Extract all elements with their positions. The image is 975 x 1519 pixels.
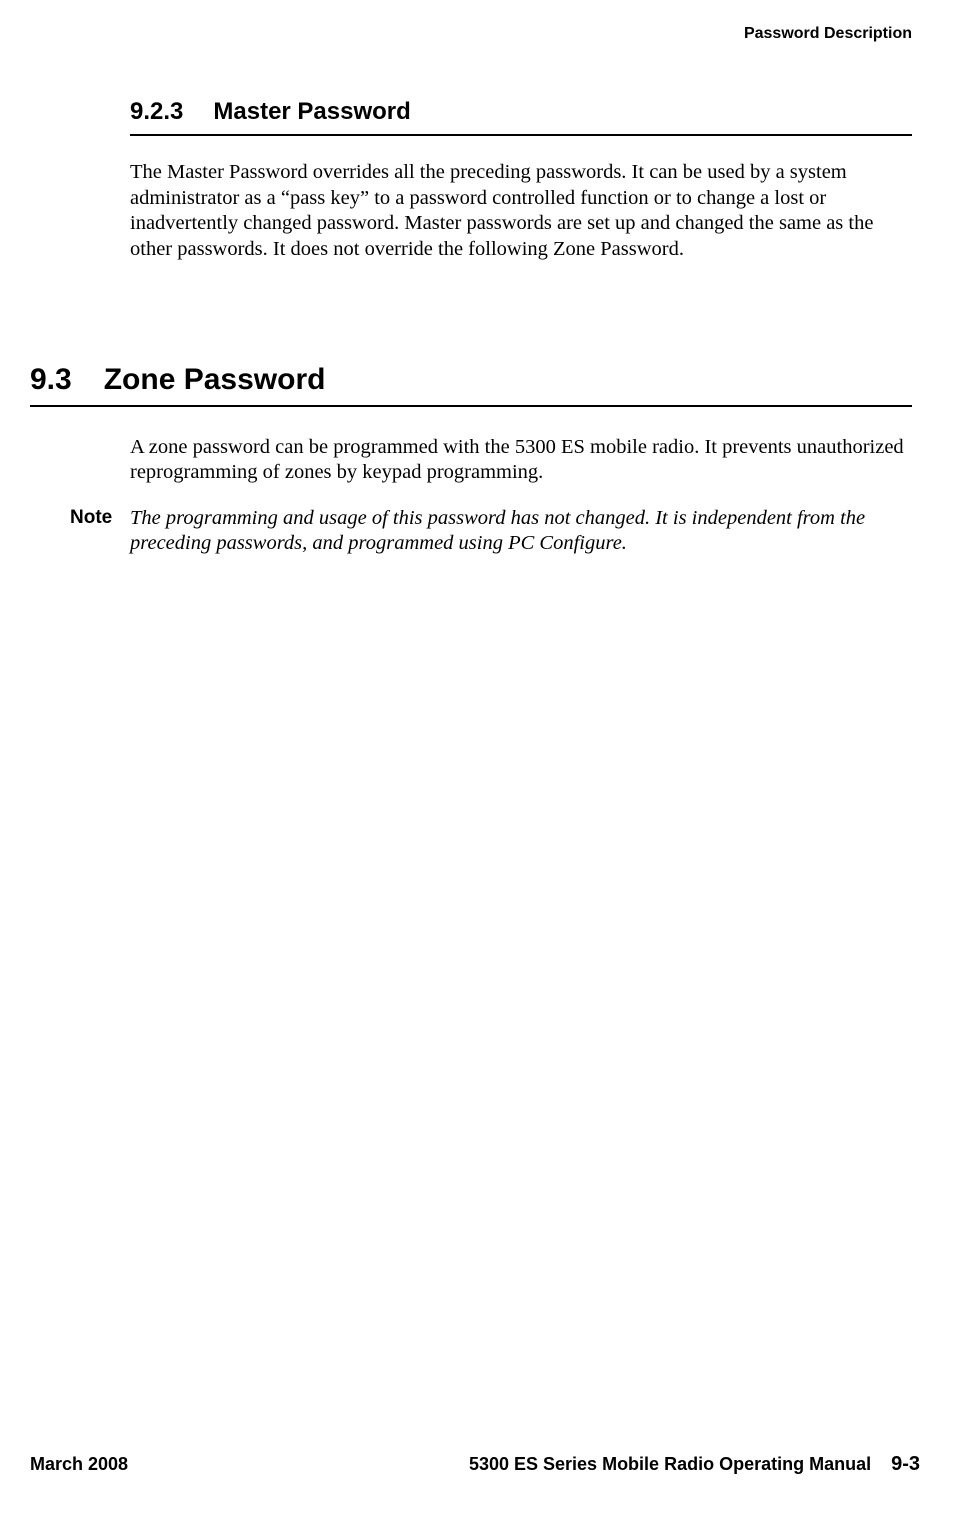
page-footer: March 2008 5300 ES Series Mobile Radio O…: [30, 1453, 920, 1479]
subsection-rule: [130, 134, 912, 136]
page-content: 9.2.3 Master Password The Master Password…: [30, 98, 920, 1453]
note-label: Note: [70, 506, 130, 529]
subsection-number: 9.2.3: [130, 98, 183, 126]
section-heading-93: 9.3 Zone Password: [30, 363, 912, 397]
footer-manual-title: 5300 ES Series Mobile Radio Operating Ma…: [469, 1454, 871, 1475]
section-rule: [30, 405, 912, 407]
section-number: 9.3: [30, 363, 72, 397]
note-block: Note The programming and usage of this p…: [70, 506, 912, 557]
paragraph-93: A zone password can be programmed with t…: [130, 435, 912, 486]
footer-page-number: 9-3: [891, 1453, 920, 1476]
running-title: Password Description: [744, 25, 912, 42]
running-header: Password Description: [30, 25, 920, 43]
footer-date: March 2008: [30, 1454, 128, 1475]
footer-right: 5300 ES Series Mobile Radio Operating Ma…: [469, 1453, 920, 1476]
subsection-title: Master Password: [213, 98, 410, 125]
subsection-heading-923: 9.2.3 Master Password: [130, 98, 920, 126]
paragraph-923: The Master Password overrides all the pr…: [130, 160, 912, 263]
note-text: The programming and usage of this passwo…: [130, 506, 912, 557]
section-title: Zone Password: [104, 363, 326, 396]
